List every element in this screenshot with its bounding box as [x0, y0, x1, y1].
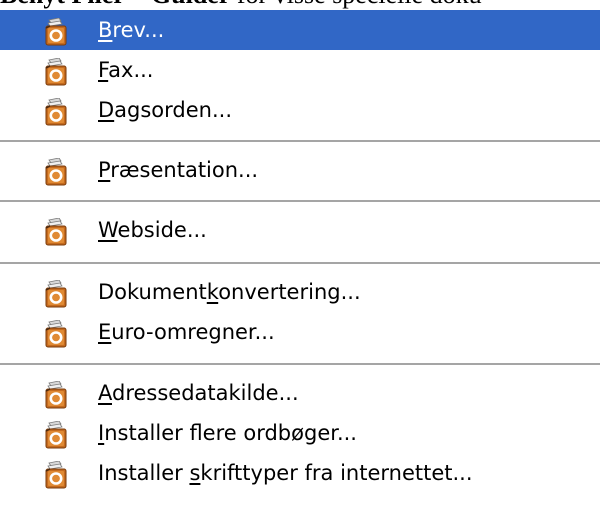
menu-item-label: Dagsorden...	[98, 98, 233, 122]
menu-item-installer-skrifttyper[interactable]: Installer skrifttyper fra internettet...	[0, 453, 600, 493]
doc-word-guider: Guider	[151, 0, 230, 9]
menu-item-installer-ordboeger[interactable]: Installer flere ordbøger...	[0, 413, 600, 453]
oo-wizard-icon	[41, 57, 73, 86]
menu-item-label: Installer flere ordbøger...	[98, 421, 357, 445]
oo-wizard-icon	[41, 319, 73, 348]
menu-item-label: Fax...	[98, 58, 154, 82]
oo-wizard-icon	[41, 217, 73, 246]
menu-item-label: Præsentation...	[98, 158, 259, 182]
menu-item-dokumentkonvertering[interactable]: Dokumentkonvertering...	[0, 272, 600, 312]
oo-wizard-icon	[41, 279, 73, 308]
doc-word-benyt: Benyt	[0, 0, 65, 9]
oo-wizard-icon	[41, 380, 73, 409]
menu-item-adressedatakilde[interactable]: Adressedatakilde...	[0, 373, 600, 413]
wizards-submenu: Brev... Fax... Dagsorden... Præsentation…	[0, 10, 600, 513]
menu-item-dagsorden[interactable]: Dagsorden...	[0, 90, 600, 130]
menu-item-fax[interactable]: Fax...	[0, 50, 600, 90]
oo-wizard-icon	[41, 157, 73, 186]
menu-separator	[0, 363, 600, 365]
menu-item-euro-omregner[interactable]: Euro-omregner...	[0, 312, 600, 352]
background-document-text: Benyt Filer – Guider for visse specielle…	[0, 0, 602, 10]
menu-item-label: Euro-omregner...	[98, 320, 275, 344]
menu-separator	[0, 140, 600, 142]
menu-item-label: Brev...	[98, 18, 165, 42]
doc-word-filer: Filer	[72, 0, 125, 9]
oo-wizard-icon	[41, 460, 73, 489]
doc-dash: –	[131, 0, 151, 9]
doc-rest-text: for visse specielle doku	[237, 0, 482, 9]
oo-wizard-icon	[41, 97, 73, 126]
oo-wizard-icon	[41, 17, 73, 46]
menu-separator	[0, 200, 600, 202]
menu-item-brev[interactable]: Brev...	[0, 10, 600, 50]
menu-item-label: Dokumentkonvertering...	[98, 280, 361, 304]
menu-separator	[0, 262, 600, 264]
menu-item-label: Installer skrifttyper fra internettet...	[98, 461, 473, 485]
oo-wizard-icon	[41, 420, 73, 449]
menu-item-webside[interactable]: Webside...	[0, 210, 600, 250]
menu-item-label: Webside...	[98, 218, 207, 242]
menu-item-praesentation[interactable]: Præsentation...	[0, 150, 600, 190]
menu-item-label: Adressedatakilde...	[98, 381, 299, 405]
